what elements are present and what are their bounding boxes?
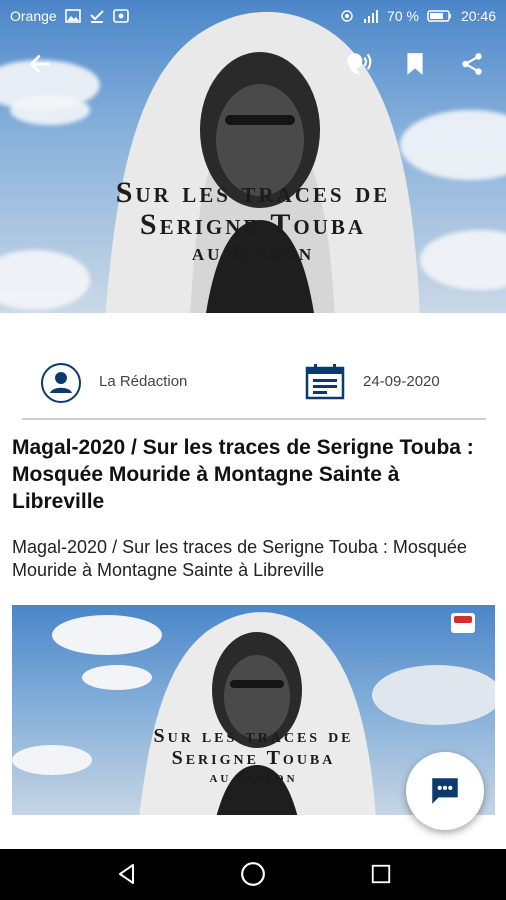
nav-recents-button[interactable] (366, 859, 396, 889)
share-button[interactable] (452, 44, 492, 84)
share-icon (462, 53, 482, 75)
text-to-speech-button[interactable] (338, 44, 378, 84)
carrier-label: Orange (10, 8, 57, 24)
nav-home-button[interactable] (238, 859, 268, 889)
download-done-icon (89, 10, 104, 23)
system-nav-bar (0, 849, 506, 900)
recents-square-icon (371, 864, 391, 884)
article-summary: Magal-2020 / Sur les traces de Serigne T… (12, 537, 467, 580)
cloud (10, 95, 90, 125)
divider (22, 418, 486, 420)
author-name: La Rédaction (99, 373, 188, 390)
nav-back-button[interactable] (112, 859, 142, 889)
calendar-icon (305, 364, 345, 400)
app-bar (0, 44, 506, 88)
cloud (372, 665, 495, 725)
back-button[interactable] (20, 44, 60, 84)
bookmark-icon (407, 53, 423, 75)
hero-title-line3: au Gabon (191, 240, 315, 266)
status-bar: Orange 70 % 20:46 (0, 0, 506, 32)
article-headline: Magal-2020 / Sur les traces de Serigne T… (12, 436, 474, 513)
chat-icon (432, 778, 458, 804)
image-title-line1: Sur les traces de (153, 725, 354, 747)
back-triangle-icon (119, 864, 134, 884)
battery-icon (427, 10, 451, 22)
home-circle-icon (241, 862, 265, 886)
hero-title-line1: Sur les traces de (115, 176, 391, 209)
chat-button[interactable] (406, 752, 484, 830)
source-logo (451, 613, 475, 633)
article-meta: La Rédaction 24-09-2020 (0, 358, 506, 408)
back-arrow-icon (29, 55, 51, 73)
hero-title-line2: Serigne Touba (139, 208, 367, 241)
author-avatar-icon (41, 363, 81, 403)
battery-percentage: 70 % (387, 8, 419, 24)
signal-icon (364, 10, 379, 23)
publish-date: 24-09-2020 (363, 373, 440, 390)
image-notification-icon (64, 9, 81, 23)
hotspot-icon (341, 10, 353, 22)
clock: 20:46 (460, 8, 496, 24)
text-to-speech-icon (347, 53, 372, 75)
screenshot-icon (112, 9, 129, 23)
bookmark-button[interactable] (395, 44, 435, 84)
